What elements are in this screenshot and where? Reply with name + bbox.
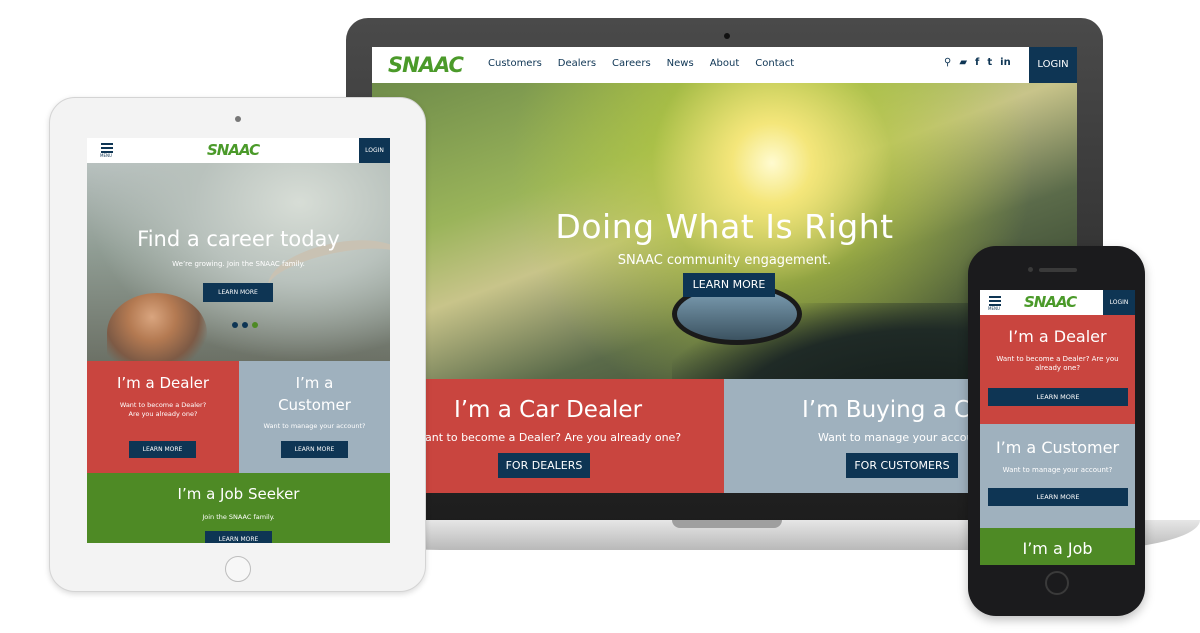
phone-speaker	[1039, 268, 1077, 272]
site-header: SNAAC Customers Dealers Careers News Abo…	[372, 47, 1077, 83]
carousel-dots	[232, 322, 258, 328]
customer-tile-title: I’m a Customer	[995, 438, 1120, 457]
nav-dealers[interactable]: Dealers	[558, 58, 596, 69]
job-seeker-learn-more-button[interactable]: LEARN MORE	[205, 531, 272, 543]
dealer-tile: I’m a Dealer Want to become a Dealer? Ar…	[87, 361, 239, 473]
dealer-tile: I’m a Dealer Want to become a Dealer? Ar…	[980, 315, 1135, 424]
phone-home-button	[1045, 571, 1069, 595]
carousel-dot[interactable]	[232, 322, 238, 328]
customer-tile-text: Want to manage your account?	[1002, 466, 1113, 474]
snaac-logo[interactable]: SNAAC	[388, 53, 464, 77]
tablet-site-header: MENU SNAAC LOGIN	[87, 138, 390, 163]
customer-tile-title-line1: I’m a	[295, 374, 334, 392]
chat-icon[interactable]: ▰	[959, 57, 967, 68]
hero-title: Find a career today	[137, 227, 340, 251]
dealer-tile-title: I’m a Dealer	[1008, 327, 1107, 346]
nav-news[interactable]: News	[667, 58, 694, 69]
twitter-icon[interactable]: t	[987, 57, 992, 68]
hero-learn-more-button[interactable]: LEARN MORE	[683, 273, 775, 297]
menu-label: MENU	[988, 306, 1000, 311]
login-button[interactable]: LOGIN	[1103, 290, 1135, 315]
job-seeker-tile-title: I’m a Job Seeker	[177, 485, 300, 503]
dealer-tile-text: Want to become a Dealer? Are you already…	[119, 401, 207, 418]
customer-tile: I’m a Customer Want to manage your accou…	[239, 361, 390, 473]
customer-tile-title-line2: Customer	[278, 396, 351, 414]
job-seeker-tile: I’m a Job Seeker Join the SNAAC family. …	[87, 473, 390, 543]
hero-subtitle: We’re growing. Join the SNAAC family.	[172, 260, 305, 268]
snaac-logo[interactable]: SNAAC	[207, 141, 260, 159]
nav-customers[interactable]: Customers	[488, 58, 542, 69]
menu-label: MENU	[100, 153, 112, 158]
phone-camera	[1028, 267, 1033, 272]
customer-tile-text: Want to manage your account?	[263, 422, 366, 430]
customer-learn-more-button[interactable]: LEARN MORE	[988, 488, 1128, 506]
linkedin-icon[interactable]: in	[1000, 57, 1011, 68]
social-icons: ⚲ ▰ f t in	[944, 57, 1011, 68]
dealer-tile-text: Want to become a Dealer? Are you already…	[996, 355, 1119, 373]
tablet-screen: MENU SNAAC LOGIN Find a career today We’…	[87, 138, 390, 543]
job-seeker-tile: I’m a Job	[980, 528, 1135, 565]
job-seeker-tile-text: Join the SNAAC family.	[202, 513, 275, 521]
laptop-camera	[724, 33, 730, 39]
job-seeker-tile-title: I’m a Job	[1022, 539, 1093, 558]
laptop-notch	[672, 520, 782, 528]
for-dealers-button[interactable]: FOR DEALERS	[498, 453, 590, 478]
customer-tile: I’m a Customer Want to manage your accou…	[980, 424, 1135, 528]
facebook-icon[interactable]: f	[975, 57, 979, 68]
main-nav: Customers Dealers Careers News About Con…	[488, 58, 794, 69]
login-button[interactable]: LOGIN	[359, 138, 390, 163]
login-button[interactable]: LOGIN	[1029, 47, 1077, 83]
carousel-dot-active[interactable]	[252, 322, 258, 328]
phone-screen: MENU SNAAC LOGIN I’m a Dealer Want to be…	[980, 290, 1135, 565]
for-customers-button[interactable]: FOR CUSTOMERS	[846, 453, 958, 478]
dealer-learn-more-button[interactable]: LEARN MORE	[988, 388, 1128, 406]
snaac-logo[interactable]: SNAAC	[1024, 293, 1077, 311]
nav-careers[interactable]: Careers	[612, 58, 651, 69]
customer-learn-more-button[interactable]: LEARN MORE	[281, 441, 348, 458]
tablet-hero-banner: Find a career today We’re growing. Join …	[87, 163, 390, 373]
tablet-camera	[235, 116, 241, 122]
dealer-tile-title: I’m a Dealer	[116, 374, 210, 392]
nav-about[interactable]: About	[710, 58, 740, 69]
carousel-dot[interactable]	[242, 322, 248, 328]
tablet-home-button	[225, 556, 251, 582]
dealer-learn-more-button[interactable]: LEARN MORE	[129, 441, 196, 458]
hero-title: Doing What Is Right	[555, 207, 894, 246]
search-icon[interactable]: ⚲	[944, 57, 951, 68]
hero-learn-more-button[interactable]: LEARN MORE	[203, 283, 273, 302]
nav-contact[interactable]: Contact	[755, 58, 794, 69]
phone-site-header: MENU SNAAC LOGIN	[980, 290, 1135, 315]
